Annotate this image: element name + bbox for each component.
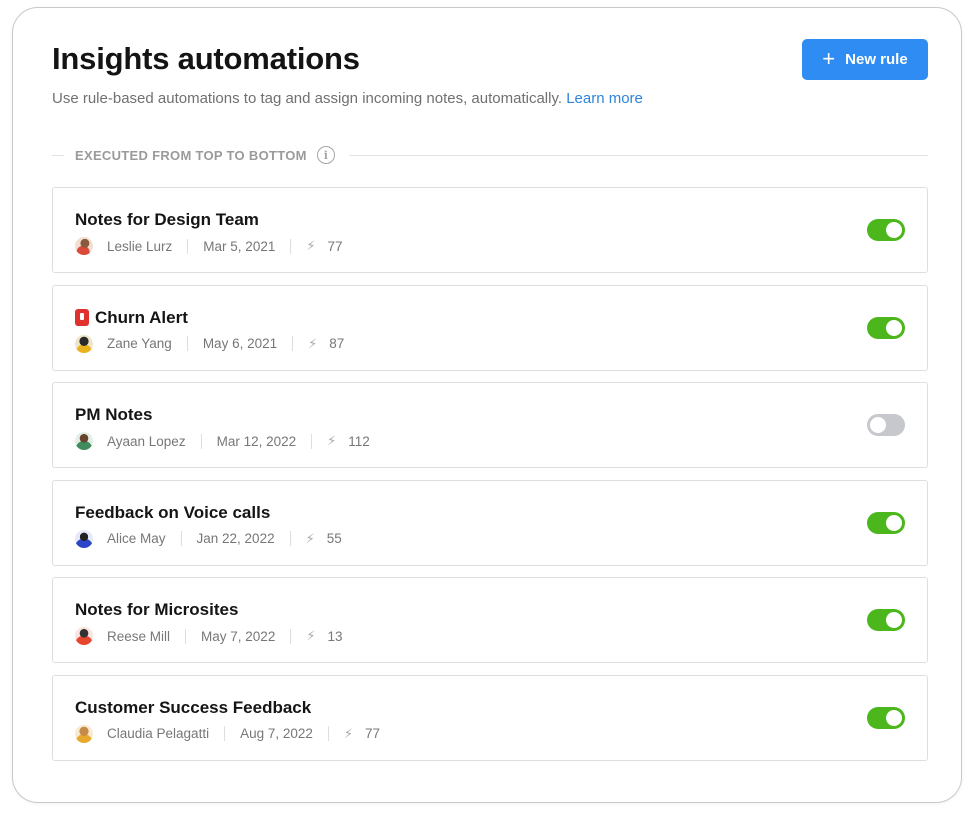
rule-name-text: Notes for Design Team <box>75 210 259 229</box>
rule-name: Customer Success Feedback <box>75 698 311 718</box>
alert-icon <box>75 309 89 326</box>
rule-name-text: Customer Success Feedback <box>75 697 312 717</box>
rule-row[interactable]: Notes for Design Team Leslie Lurz Mar 5,… <box>52 187 928 273</box>
rule-row[interactable]: Churn Alert Zane Yang May 6, 2021 ⚡ 87 <box>52 284 928 371</box>
rule-row[interactable]: Feedback on Voice calls Alice May Jan 22… <box>52 479 928 566</box>
rule-name: PM Notes <box>75 405 152 425</box>
toggle-knob <box>886 514 902 531</box>
rule-date: May 6, 2021 <box>202 336 278 351</box>
rule-meta: Reese Mill May 7, 2022 ⚡ 13 <box>75 627 343 645</box>
rule-date: May 7, 2022 <box>201 628 276 644</box>
meta-divider <box>327 726 329 741</box>
bolt-icon: ⚡ <box>308 335 318 351</box>
rule-author: Ayaan Lopez <box>107 433 186 449</box>
divider-line-left <box>52 154 64 156</box>
meta-divider <box>180 531 182 546</box>
meta-divider <box>187 238 189 254</box>
rule-enabled-toggle[interactable] <box>867 316 905 339</box>
rule-date: Mar 12, 2022 <box>216 433 297 449</box>
rule-row[interactable]: PM Notes Ayaan Lopez Mar 12, 2022 ⚡ 112 <box>52 382 928 468</box>
rule-name: Churn Alert <box>75 308 188 328</box>
rule-run-count: 87 <box>329 336 345 351</box>
rule-name-text: Notes for Microsites <box>75 600 239 619</box>
avatar <box>75 529 93 548</box>
info-icon[interactable]: i <box>316 146 335 164</box>
avatar <box>75 627 93 645</box>
rule-name: Notes for Microsites <box>75 600 238 620</box>
rule-enabled-toggle[interactable] <box>867 414 905 436</box>
bolt-icon: ⚡ <box>306 238 316 253</box>
execution-order-label: EXECUTED FROM TOP TO BOTTOM <box>75 147 307 163</box>
rule-enabled-toggle[interactable] <box>867 219 905 241</box>
meta-divider <box>290 628 292 644</box>
rule-row[interactable]: Customer Success Feedback Claudia Pelaga… <box>52 674 928 761</box>
toggle-knob <box>870 417 886 433</box>
meta-divider <box>224 726 226 741</box>
rule-meta: Ayaan Lopez Mar 12, 2022 ⚡ 112 <box>75 432 370 450</box>
rule-meta: Alice May Jan 22, 2022 ⚡ 55 <box>75 529 342 548</box>
new-rule-button[interactable]: + New rule <box>802 39 928 80</box>
avatar <box>75 237 93 255</box>
avatar <box>75 724 93 743</box>
plus-icon: + <box>822 45 836 71</box>
meta-divider <box>200 433 202 449</box>
subtitle-text: Use rule-based automations to tag and as… <box>52 90 563 107</box>
rule-meta: Leslie Lurz Mar 5, 2021 ⚡ 77 <box>75 237 343 255</box>
meta-divider <box>290 238 292 254</box>
bolt-icon: ⚡ <box>306 628 316 643</box>
rule-enabled-toggle[interactable] <box>867 706 905 729</box>
avatar <box>75 432 93 450</box>
rule-date: Jan 22, 2022 <box>196 531 275 546</box>
rule-run-count: 13 <box>327 628 343 644</box>
bolt-icon: ⚡ <box>327 433 337 448</box>
rule-name-text: PM Notes <box>75 405 153 424</box>
meta-divider <box>311 433 313 449</box>
rule-run-count: 77 <box>365 726 381 741</box>
toggle-knob <box>886 319 902 336</box>
rule-author: Zane Yang <box>107 336 172 351</box>
rule-date: Mar 5, 2021 <box>203 238 276 254</box>
bolt-icon: ⚡ <box>343 725 354 741</box>
page-subtitle: Use rule-based automations to tag and as… <box>52 90 643 107</box>
rule-enabled-toggle[interactable] <box>867 609 905 631</box>
rule-name-text: Feedback on Voice calls <box>75 502 271 522</box>
new-rule-label: New rule <box>845 51 908 68</box>
rule-name: Feedback on Voice calls <box>75 503 270 523</box>
learn-more-link[interactable]: Learn more <box>566 90 643 107</box>
rule-name: Notes for Design Team <box>75 210 259 230</box>
meta-divider <box>185 628 187 644</box>
meta-divider <box>186 336 188 351</box>
execution-order-divider: EXECUTED FROM TOP TO BOTTOM i <box>52 144 928 166</box>
rule-meta: Claudia Pelagatti Aug 7, 2022 ⚡ 77 <box>75 724 381 743</box>
meta-divider <box>292 336 294 351</box>
rules-list: Notes for Design Team Leslie Lurz Mar 5,… <box>52 187 928 772</box>
rule-row[interactable]: Notes for Microsites Reese Mill May 7, 2… <box>52 577 928 663</box>
automations-panel: Insights automations Use rule-based auto… <box>12 7 962 803</box>
rule-run-count: 112 <box>348 433 370 449</box>
bolt-icon: ⚡ <box>305 530 315 546</box>
rule-author: Leslie Lurz <box>107 238 173 254</box>
toggle-knob <box>886 612 902 628</box>
rule-enabled-toggle[interactable] <box>867 511 905 534</box>
rule-author: Reese Mill <box>107 628 171 644</box>
rule-date: Aug 7, 2022 <box>240 726 313 741</box>
rule-run-count: 55 <box>326 531 342 546</box>
meta-divider <box>289 531 291 546</box>
avatar <box>75 334 93 353</box>
toggle-knob <box>886 222 902 238</box>
toggle-knob <box>886 709 902 726</box>
rule-meta: Zane Yang May 6, 2021 ⚡ 87 <box>75 334 345 353</box>
rule-author: Claudia Pelagatti <box>107 726 210 741</box>
divider-line-right <box>348 154 928 156</box>
rule-name-text: Churn Alert <box>95 307 188 327</box>
page-title: Insights automations <box>52 41 360 76</box>
rule-author: Alice May <box>107 531 166 546</box>
rule-run-count: 77 <box>327 238 343 254</box>
